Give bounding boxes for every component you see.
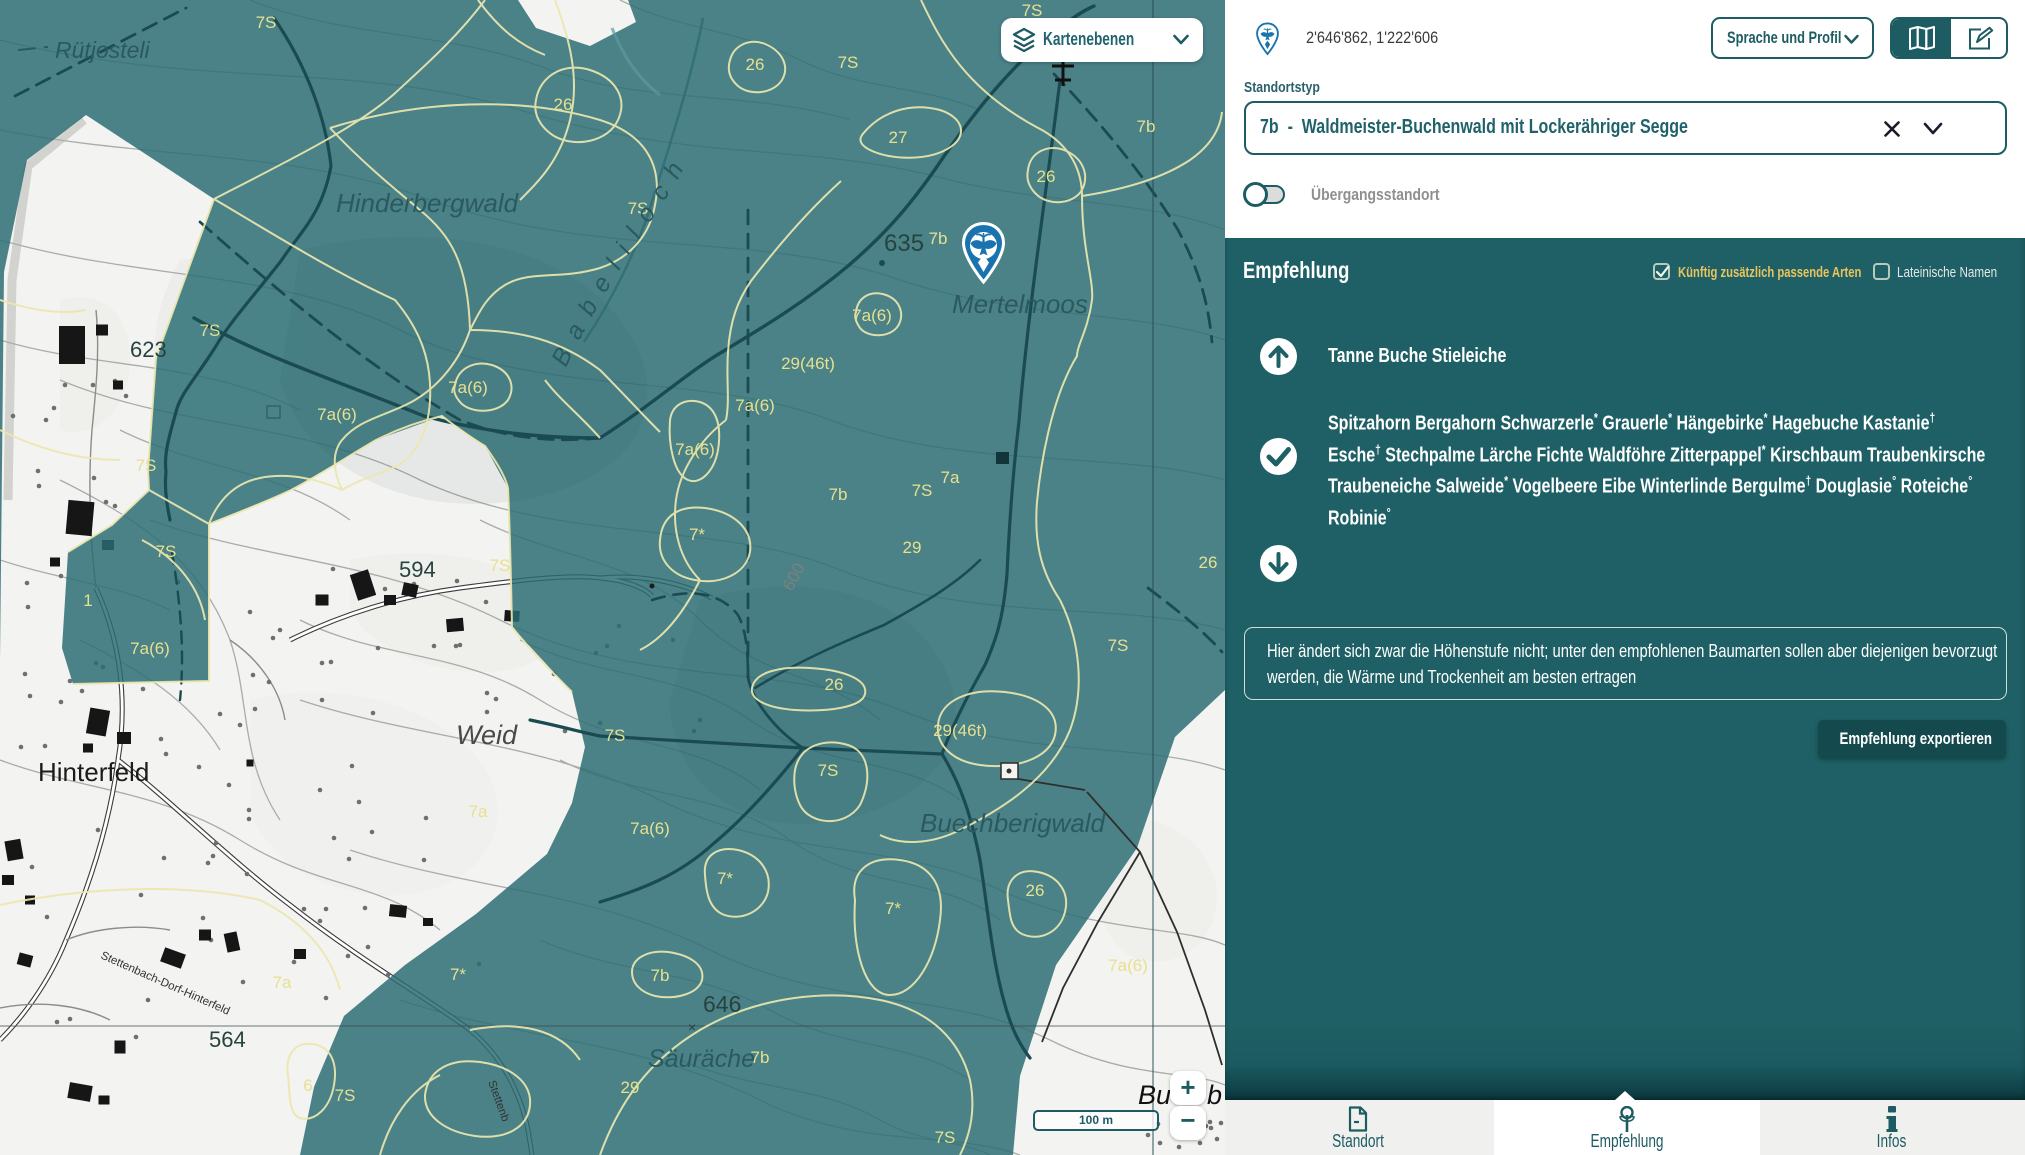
svg-text:7S: 7S <box>605 726 626 745</box>
svg-text:7b: 7b <box>651 966 670 985</box>
svg-text:7a: 7a <box>273 973 292 992</box>
svg-text:7a(6): 7a(6) <box>735 396 775 415</box>
svg-text:26: 26 <box>825 675 844 694</box>
svg-text:7*: 7* <box>450 965 466 984</box>
svg-text:26: 26 <box>554 95 573 114</box>
svg-text:7S: 7S <box>818 761 839 780</box>
svg-text:7*: 7* <box>717 869 733 888</box>
svg-text:7b: 7b <box>1137 117 1156 136</box>
svg-text:7a: 7a <box>469 802 488 821</box>
svg-text:×: × <box>688 1019 696 1035</box>
svg-text:7a(6): 7a(6) <box>1108 956 1148 975</box>
svg-text:26: 26 <box>1037 167 1056 186</box>
svg-text:7a(6): 7a(6) <box>448 378 488 397</box>
svg-text:Mertelmoos: Mertelmoos <box>952 289 1088 319</box>
svg-text:Bu: Bu <box>1138 1080 1171 1110</box>
svg-text:Hinderbergwald: Hinderbergwald <box>336 188 520 218</box>
svg-text:7*: 7* <box>885 899 901 918</box>
svg-text:7S: 7S <box>256 13 277 32</box>
svg-text:b: b <box>1207 1080 1222 1110</box>
svg-text:7a(6): 7a(6) <box>317 405 357 424</box>
svg-text:7S: 7S <box>136 456 157 475</box>
svg-text:27: 27 <box>889 128 908 147</box>
svg-text:Rütjosteli: Rütjosteli <box>55 37 150 63</box>
svg-text:7a(6): 7a(6) <box>130 639 170 658</box>
svg-text:29(46t): 29(46t) <box>933 721 987 740</box>
svg-text:7S: 7S <box>935 1128 956 1147</box>
svg-text:6: 6 <box>303 1076 312 1095</box>
svg-text:29: 29 <box>621 1078 640 1097</box>
svg-text:7S: 7S <box>200 321 221 340</box>
svg-text:Buechberigwald: Buechberigwald <box>920 808 1107 838</box>
svg-text:Hinterfeld: Hinterfeld <box>38 757 149 787</box>
svg-text:29(46t): 29(46t) <box>781 354 835 373</box>
svg-text:7S: 7S <box>490 556 511 575</box>
svg-text:7a(6): 7a(6) <box>852 306 892 325</box>
svg-text:26: 26 <box>1026 881 1045 900</box>
svg-text:7S: 7S <box>335 1086 356 1105</box>
svg-text:7b: 7b <box>829 485 848 504</box>
svg-text:7a(6): 7a(6) <box>675 440 715 459</box>
svg-text:26: 26 <box>1199 553 1218 572</box>
svg-text:646: 646 <box>703 991 741 1017</box>
svg-text:7S: 7S <box>156 542 177 561</box>
svg-text:Weid: Weid <box>456 720 518 750</box>
svg-text:7a: 7a <box>941 468 960 487</box>
svg-text:7S: 7S <box>912 481 933 500</box>
svg-text:623: 623 <box>130 337 167 362</box>
svg-text:635: 635 <box>884 230 924 257</box>
svg-text:7*: 7* <box>689 525 705 544</box>
svg-text:29: 29 <box>903 538 922 557</box>
svg-text:26: 26 <box>746 55 765 74</box>
svg-text:7S: 7S <box>838 53 859 72</box>
svg-text:1: 1 <box>83 591 92 610</box>
svg-text:7a(6): 7a(6) <box>630 819 670 838</box>
svg-text:594: 594 <box>399 557 436 582</box>
svg-text:7S: 7S <box>1108 636 1129 655</box>
svg-text:Säuräche: Säuräche <box>648 1045 755 1073</box>
svg-text:564: 564 <box>209 1027 246 1052</box>
svg-text:7b: 7b <box>929 229 948 248</box>
